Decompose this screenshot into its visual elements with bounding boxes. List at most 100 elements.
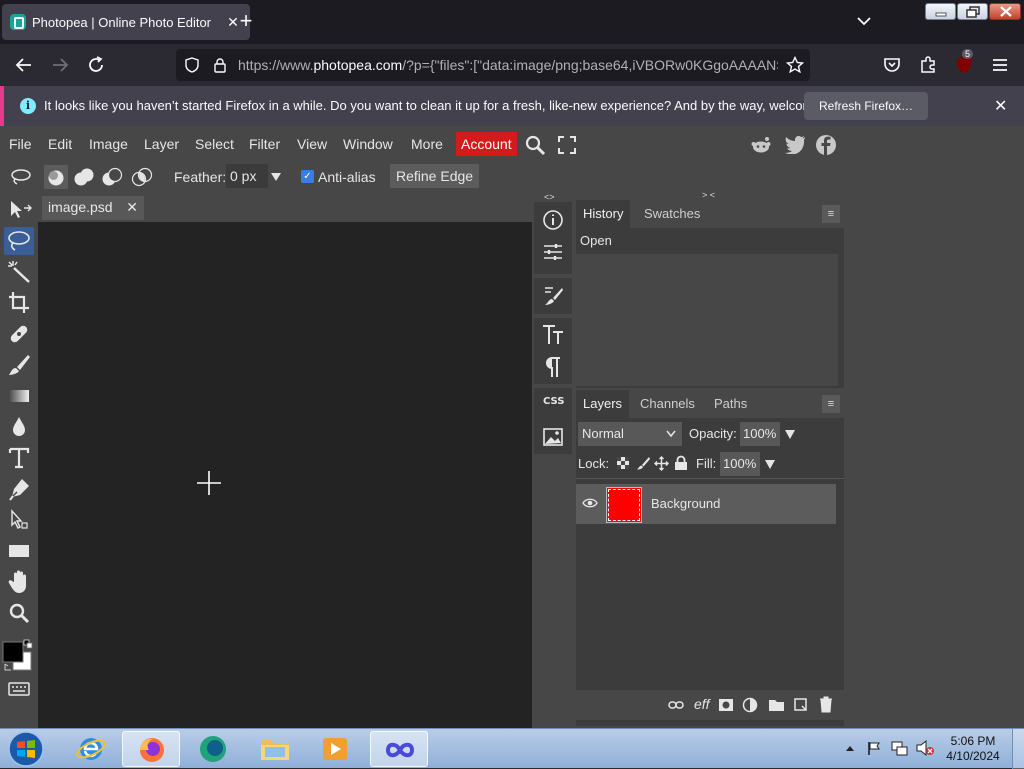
tab-swatches[interactable]: Swatches xyxy=(637,200,707,228)
tab-layers[interactable]: Layers xyxy=(576,390,630,418)
show-desktop-button[interactable] xyxy=(1012,729,1024,769)
window-close-button[interactable] xyxy=(989,3,1021,20)
new-tab-button[interactable]: + xyxy=(234,10,258,34)
facebook-icon[interactable] xyxy=(815,134,837,156)
menu-edit[interactable]: Edit xyxy=(48,136,72,152)
taskbar-internet-explorer[interactable] xyxy=(62,731,120,767)
browser-tab[interactable]: Photopea | Online Photo Editor ✕ xyxy=(2,4,250,40)
feather-dropdown-icon[interactable] xyxy=(270,171,282,183)
hand-tool[interactable] xyxy=(4,568,34,596)
crop-tool[interactable] xyxy=(4,289,34,317)
healing-brush-tool[interactable] xyxy=(4,320,34,348)
path-selection-tool[interactable] xyxy=(4,506,34,534)
eye-visibility-icon[interactable] xyxy=(582,497,598,509)
new-selection-mode-button[interactable] xyxy=(44,165,68,189)
taskbar-vpn-app[interactable] xyxy=(370,731,428,767)
blend-mode-select[interactable]: Normal xyxy=(578,422,682,446)
add-selection-mode-button[interactable] xyxy=(72,165,96,189)
menu-window[interactable]: Window xyxy=(343,136,393,152)
document-tab[interactable]: image.psd ✕ xyxy=(42,196,144,220)
pen-tool[interactable] xyxy=(4,475,34,503)
list-all-tabs-button[interactable] xyxy=(852,12,876,32)
layer-mask-icon[interactable] xyxy=(718,698,734,712)
paragraph-icon[interactable] xyxy=(541,354,565,378)
character-panel-icon[interactable] xyxy=(541,322,565,346)
lasso-tool[interactable] xyxy=(4,227,34,255)
history-item[interactable]: Open xyxy=(576,228,844,254)
brush-tool[interactable] xyxy=(4,351,34,379)
magic-wand-tool[interactable] xyxy=(4,258,34,286)
system-clock[interactable]: 5:06 PM 4/10/2024 xyxy=(940,734,1006,764)
start-button[interactable] xyxy=(6,730,46,768)
menu-file[interactable]: File xyxy=(9,136,32,152)
keyboard-button[interactable] xyxy=(4,678,34,700)
reload-button[interactable] xyxy=(84,53,108,77)
twitter-icon[interactable] xyxy=(784,134,806,154)
brush-settings-icon[interactable] xyxy=(541,284,565,308)
feather-input[interactable]: 0 px xyxy=(226,164,268,188)
taskbar-chat-app[interactable] xyxy=(184,731,242,767)
subtract-selection-mode-button[interactable] xyxy=(100,165,124,189)
lock-paint-brush-icon[interactable] xyxy=(636,456,650,470)
refresh-firefox-button[interactable]: Refresh Firefox… xyxy=(804,92,929,120)
layer-name[interactable]: Background xyxy=(651,496,720,511)
history-panel-menu-button[interactable]: ≡ xyxy=(822,205,840,223)
back-button[interactable] xyxy=(12,53,36,77)
new-group-folder-icon[interactable] xyxy=(768,698,785,712)
tab-paths[interactable]: Paths xyxy=(707,390,754,418)
info-icon[interactable] xyxy=(541,208,565,232)
image-library-icon[interactable] xyxy=(541,426,565,450)
anti-alias-checkbox[interactable]: ✓ xyxy=(301,170,314,183)
tab-history[interactable]: History xyxy=(576,200,631,228)
taskbar-media-player[interactable] xyxy=(306,731,364,767)
menu-more[interactable]: More xyxy=(411,136,443,152)
url-bar[interactable]: https://www.photopea.com/?p={"files":["d… xyxy=(176,49,810,81)
show-hidden-icons-arrow-icon[interactable] xyxy=(845,743,855,753)
menu-layer[interactable]: Layer xyxy=(144,136,179,152)
layer-thumbnail[interactable] xyxy=(606,487,642,523)
tracking-protection-shield-icon[interactable] xyxy=(184,57,200,73)
opacity-dropdown-icon[interactable] xyxy=(784,429,796,440)
gradient-tool[interactable] xyxy=(4,382,34,410)
taskbar-file-explorer[interactable] xyxy=(246,731,304,767)
fill-input[interactable]: 100% xyxy=(720,452,760,476)
lasso-tool-preset-icon[interactable] xyxy=(10,168,32,186)
new-layer-icon[interactable] xyxy=(792,696,809,713)
window-restore-button[interactable] xyxy=(957,3,988,20)
reddit-icon[interactable] xyxy=(750,134,772,156)
blur-tool[interactable] xyxy=(4,413,34,441)
tab-channels[interactable]: Channels xyxy=(633,390,702,418)
menu-view[interactable]: View xyxy=(297,136,327,152)
delete-layer-trash-icon[interactable] xyxy=(818,696,834,713)
lock-icon[interactable] xyxy=(212,57,228,73)
type-tool[interactable] xyxy=(4,444,34,472)
search-icon[interactable] xyxy=(524,134,546,156)
lock-transparency-icon[interactable] xyxy=(616,456,630,470)
notification-close-button[interactable]: ✕ xyxy=(994,96,1007,116)
refine-edge-button[interactable]: Refine Edge xyxy=(390,164,480,188)
app-menu-button[interactable] xyxy=(988,53,1012,77)
extensions-button[interactable] xyxy=(916,53,940,77)
menu-account[interactable]: Account xyxy=(456,132,517,156)
pocket-button[interactable] xyxy=(880,53,904,77)
zoom-tool[interactable] xyxy=(4,599,34,627)
layers-panel-menu-button[interactable]: ≡ xyxy=(822,395,840,413)
fill-dropdown-icon[interactable] xyxy=(764,459,776,470)
fullscreen-icon[interactable] xyxy=(557,135,577,155)
forward-button[interactable] xyxy=(48,53,72,77)
color-swatches[interactable] xyxy=(2,638,38,674)
adjustments-sliders-icon[interactable] xyxy=(541,240,565,264)
canvas-area[interactable] xyxy=(38,222,532,728)
menu-filter[interactable]: Filter xyxy=(249,136,280,152)
intersect-selection-mode-button[interactable] xyxy=(130,165,154,189)
move-tool[interactable] xyxy=(4,196,34,224)
bookmark-star-icon[interactable] xyxy=(786,56,804,74)
menu-image[interactable]: Image xyxy=(89,136,128,152)
collapse-left-toggle[interactable]: <> xyxy=(544,192,555,202)
lock-position-move-icon[interactable] xyxy=(654,456,669,471)
css-panel-label[interactable]: CSS xyxy=(543,396,564,407)
window-minimize-button[interactable] xyxy=(925,3,956,20)
adjustment-layer-icon[interactable] xyxy=(742,697,758,713)
taskbar-firefox[interactable] xyxy=(122,731,180,767)
url-text[interactable]: https://www.photopea.com/?p={"files":["d… xyxy=(238,57,778,73)
